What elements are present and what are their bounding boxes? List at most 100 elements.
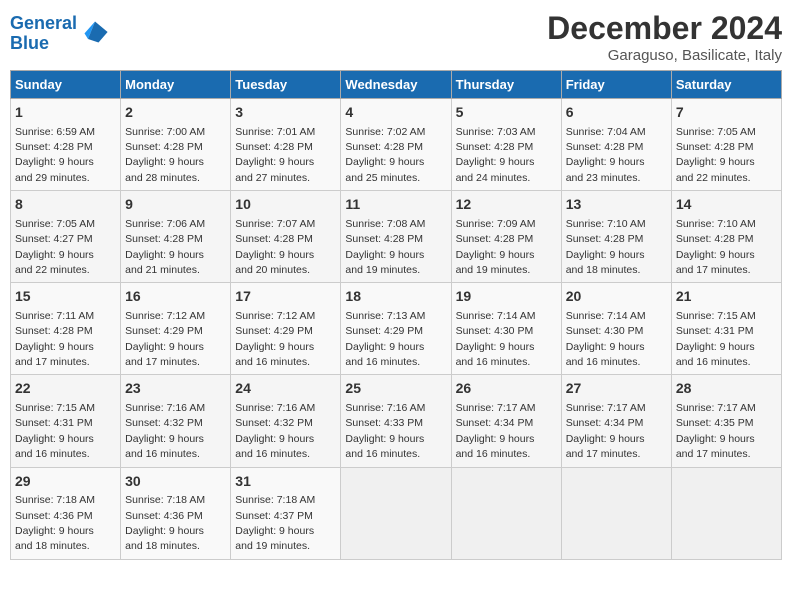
day-info: Sunrise: 6:59 AM Sunset: 4:28 PM Dayligh…: [15, 126, 95, 184]
day-number: 9: [125, 195, 226, 215]
calendar-cell: 4 Sunrise: 7:02 AM Sunset: 4:28 PM Daylig…: [341, 99, 451, 191]
day-info: Sunrise: 7:01 AM Sunset: 4:28 PM Dayligh…: [235, 126, 315, 184]
day-number: 17: [235, 287, 336, 307]
day-info: Sunrise: 7:05 AM Sunset: 4:27 PM Dayligh…: [15, 218, 95, 276]
day-number: 15: [15, 287, 116, 307]
day-number: 1: [15, 103, 116, 123]
calendar-cell: 7Sunrise: 7:05 AM Sunset: 4:28 PM Daylig…: [671, 99, 781, 191]
day-info: Sunrise: 7:02 AM Sunset: 4:28 PM Dayligh…: [345, 126, 425, 184]
calendar-cell: 21Sunrise: 7:15 AM Sunset: 4:31 PM Dayli…: [671, 283, 781, 375]
header-day-tuesday: Tuesday: [231, 71, 341, 99]
week-row-3: 15 Sunrise: 7:11 AM Sunset: 4:28 PM Dayli…: [11, 283, 782, 375]
day-info: Sunrise: 7:09 AM Sunset: 4:28 PM Dayligh…: [456, 218, 536, 276]
day-number: 11: [345, 195, 446, 215]
week-row-2: 8 Sunrise: 7:05 AM Sunset: 4:27 PM Daylig…: [11, 191, 782, 283]
day-info: Sunrise: 7:11 AM Sunset: 4:28 PM Dayligh…: [15, 310, 94, 368]
day-info: Sunrise: 7:14 AM Sunset: 4:30 PM Dayligh…: [456, 310, 536, 368]
calendar-cell: 17 Sunrise: 7:12 AM Sunset: 4:29 PM Dayli…: [231, 283, 341, 375]
subtitle: Garaguso, Basilicate, Italy: [547, 47, 782, 64]
day-info: Sunrise: 7:18 AM Sunset: 4:37 PM Dayligh…: [235, 494, 315, 552]
header-day-monday: Monday: [121, 71, 231, 99]
day-number: 10: [235, 195, 336, 215]
calendar-cell: 5 Sunrise: 7:03 AM Sunset: 4:28 PM Daylig…: [451, 99, 561, 191]
day-info: Sunrise: 7:17 AM Sunset: 4:34 PM Dayligh…: [566, 402, 646, 460]
week-row-1: 1 Sunrise: 6:59 AM Sunset: 4:28 PM Daylig…: [11, 99, 782, 191]
day-info: Sunrise: 7:17 AM Sunset: 4:34 PM Dayligh…: [456, 402, 536, 460]
header-day-friday: Friday: [561, 71, 671, 99]
calendar-cell: 18Sunrise: 7:13 AM Sunset: 4:29 PM Dayli…: [341, 283, 451, 375]
day-info: Sunrise: 7:15 AM Sunset: 4:31 PM Dayligh…: [676, 310, 756, 368]
calendar-cell: 15 Sunrise: 7:11 AM Sunset: 4:28 PM Dayli…: [11, 283, 121, 375]
day-number: 30: [125, 472, 226, 492]
calendar-cell: 1 Sunrise: 6:59 AM Sunset: 4:28 PM Daylig…: [11, 99, 121, 191]
day-info: Sunrise: 7:18 AM Sunset: 4:36 PM Dayligh…: [125, 494, 205, 552]
calendar-cell: 25 Sunrise: 7:16 AM Sunset: 4:33 PM Dayli…: [341, 375, 451, 467]
day-info: Sunrise: 7:06 AM Sunset: 4:28 PM Dayligh…: [125, 218, 205, 276]
calendar-cell: 24Sunrise: 7:16 AM Sunset: 4:32 PM Dayli…: [231, 375, 341, 467]
header-row: SundayMondayTuesdayWednesdayThursdayFrid…: [11, 71, 782, 99]
calendar-cell: 13 Sunrise: 7:10 AM Sunset: 4:28 PM Dayli…: [561, 191, 671, 283]
day-info: Sunrise: 7:03 AM Sunset: 4:28 PM Dayligh…: [456, 126, 536, 184]
header-day-saturday: Saturday: [671, 71, 781, 99]
calendar-cell: [561, 467, 671, 559]
day-number: 3: [235, 103, 336, 123]
day-info: Sunrise: 7:12 AM Sunset: 4:29 PM Dayligh…: [125, 310, 205, 368]
day-info: Sunrise: 7:10 AM Sunset: 4:28 PM Dayligh…: [676, 218, 756, 276]
header-day-wednesday: Wednesday: [341, 71, 451, 99]
header: GeneralBlue December 2024 Garaguso, Basi…: [10, 10, 782, 64]
day-info: Sunrise: 7:00 AM Sunset: 4:28 PM Dayligh…: [125, 126, 205, 184]
logo-text: GeneralBlue: [10, 14, 77, 54]
calendar-cell: 28 Sunrise: 7:17 AM Sunset: 4:35 PM Dayli…: [671, 375, 781, 467]
day-info: Sunrise: 7:16 AM Sunset: 4:32 PM Dayligh…: [125, 402, 205, 460]
calendar-cell: 6Sunrise: 7:04 AM Sunset: 4:28 PM Daylig…: [561, 99, 671, 191]
calendar-cell: 16 Sunrise: 7:12 AM Sunset: 4:29 PM Dayli…: [121, 283, 231, 375]
day-info: Sunrise: 7:14 AM Sunset: 4:30 PM Dayligh…: [566, 310, 646, 368]
day-info: Sunrise: 7:15 AM Sunset: 4:31 PM Dayligh…: [15, 402, 95, 460]
day-info: Sunrise: 7:16 AM Sunset: 4:33 PM Dayligh…: [345, 402, 425, 460]
day-info: Sunrise: 7:08 AM Sunset: 4:28 PM Dayligh…: [345, 218, 425, 276]
calendar-cell: [451, 467, 561, 559]
day-number: 22: [15, 379, 116, 399]
day-number: 5: [456, 103, 557, 123]
day-number: 28: [676, 379, 777, 399]
calendar-cell: 27 Sunrise: 7:17 AM Sunset: 4:34 PM Dayli…: [561, 375, 671, 467]
day-number: 2: [125, 103, 226, 123]
day-number: 20: [566, 287, 667, 307]
day-number: 24: [235, 379, 336, 399]
calendar-cell: [341, 467, 451, 559]
day-number: 25: [345, 379, 446, 399]
header-day-thursday: Thursday: [451, 71, 561, 99]
week-row-5: 29Sunrise: 7:18 AM Sunset: 4:36 PM Dayli…: [11, 467, 782, 559]
day-number: 8: [15, 195, 116, 215]
day-number: 26: [456, 379, 557, 399]
day-number: 27: [566, 379, 667, 399]
calendar-cell: 10Sunrise: 7:07 AM Sunset: 4:28 PM Dayli…: [231, 191, 341, 283]
day-info: Sunrise: 7:17 AM Sunset: 4:35 PM Dayligh…: [676, 402, 756, 460]
calendar-cell: 23 Sunrise: 7:16 AM Sunset: 4:32 PM Dayli…: [121, 375, 231, 467]
day-number: 6: [566, 103, 667, 123]
day-number: 16: [125, 287, 226, 307]
logo: GeneralBlue: [10, 14, 109, 54]
day-info: Sunrise: 7:10 AM Sunset: 4:28 PM Dayligh…: [566, 218, 646, 276]
calendar-header: SundayMondayTuesdayWednesdayThursdayFrid…: [11, 71, 782, 99]
calendar-cell: 31Sunrise: 7:18 AM Sunset: 4:37 PM Dayli…: [231, 467, 341, 559]
calendar-cell: 12 Sunrise: 7:09 AM Sunset: 4:28 PM Dayli…: [451, 191, 561, 283]
calendar-cell: 14Sunrise: 7:10 AM Sunset: 4:28 PM Dayli…: [671, 191, 781, 283]
day-info: Sunrise: 7:18 AM Sunset: 4:36 PM Dayligh…: [15, 494, 95, 552]
day-info: Sunrise: 7:05 AM Sunset: 4:28 PM Dayligh…: [676, 126, 756, 184]
day-number: 4: [345, 103, 446, 123]
day-info: Sunrise: 7:12 AM Sunset: 4:29 PM Dayligh…: [235, 310, 315, 368]
day-number: 23: [125, 379, 226, 399]
calendar-cell: 19Sunrise: 7:14 AM Sunset: 4:30 PM Dayli…: [451, 283, 561, 375]
calendar-cell: 2 Sunrise: 7:00 AM Sunset: 4:28 PM Daylig…: [121, 99, 231, 191]
day-number: 13: [566, 195, 667, 215]
header-day-sunday: Sunday: [11, 71, 121, 99]
calendar-cell: 11 Sunrise: 7:08 AM Sunset: 4:28 PM Dayli…: [341, 191, 451, 283]
calendar-cell: 22 Sunrise: 7:15 AM Sunset: 4:31 PM Dayli…: [11, 375, 121, 467]
logo-icon: [81, 18, 109, 46]
calendar-cell: 3 Sunrise: 7:01 AM Sunset: 4:28 PM Daylig…: [231, 99, 341, 191]
calendar-cell: 30Sunrise: 7:18 AM Sunset: 4:36 PM Dayli…: [121, 467, 231, 559]
day-number: 31: [235, 472, 336, 492]
day-number: 29: [15, 472, 116, 492]
day-number: 12: [456, 195, 557, 215]
